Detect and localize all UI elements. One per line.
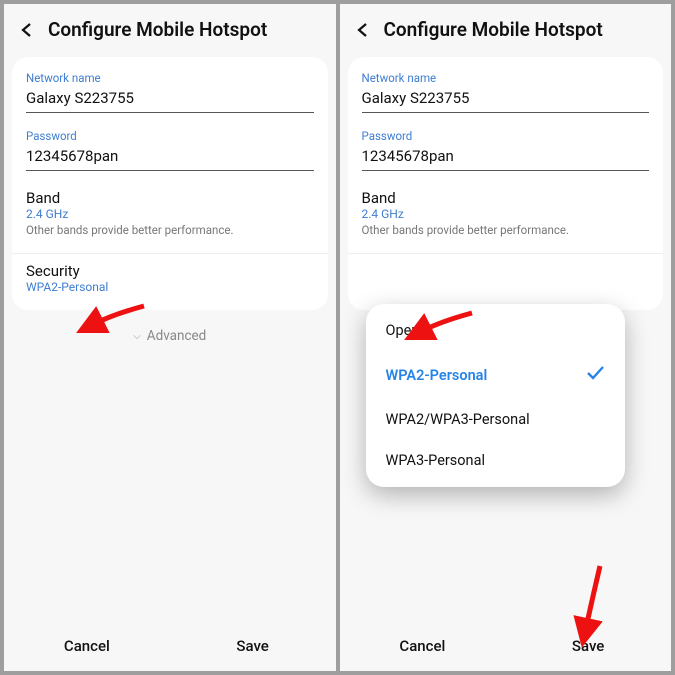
divider	[12, 253, 328, 254]
footer: Cancel Save	[340, 621, 672, 671]
row-value: 2.4 GHz	[26, 207, 314, 221]
chevron-left-icon	[19, 22, 35, 38]
row-title: Band	[362, 189, 650, 207]
field-label: Network name	[362, 71, 650, 85]
menu-item-wpa2[interactable]: WPA2-Personal	[366, 351, 626, 399]
back-button[interactable]	[352, 19, 374, 41]
menu-item-label: WPA3-Personal	[386, 452, 485, 469]
screen-security-dropdown: Configure Mobile Hotspot Network name Ga…	[340, 4, 672, 671]
security-row[interactable]: Security WPA2-Personal	[26, 260, 314, 304]
settings-card: Network name Galaxy S223755 Password 123…	[348, 57, 664, 310]
check-icon	[585, 363, 605, 387]
row-hint: Other bands provide better performance.	[26, 223, 314, 237]
back-button[interactable]	[16, 19, 38, 41]
page-title: Configure Mobile Hotspot	[384, 18, 603, 41]
menu-item-wpa2wpa3[interactable]: WPA2/WPA3-Personal	[366, 399, 626, 440]
footer: Cancel Save	[4, 621, 336, 671]
field-value: 12345678pan	[362, 145, 650, 171]
band-row[interactable]: Band 2.4 GHz Other bands provide better …	[362, 187, 650, 247]
advanced-toggle[interactable]: ⌵ Advanced	[4, 310, 336, 362]
band-row[interactable]: Band 2.4 GHz Other bands provide better …	[26, 187, 314, 247]
network-name-field[interactable]: Network name Galaxy S223755	[362, 71, 650, 113]
menu-item-wpa3[interactable]: WPA3-Personal	[366, 440, 626, 481]
chevron-left-icon	[355, 22, 371, 38]
row-title: Security	[26, 262, 314, 280]
cancel-button[interactable]: Cancel	[340, 637, 506, 655]
row-value: WPA2-Personal	[26, 280, 314, 294]
cancel-button[interactable]: Cancel	[4, 637, 170, 655]
row-hint: Other bands provide better performance.	[362, 223, 650, 237]
page-title: Configure Mobile Hotspot	[48, 18, 267, 41]
security-dropdown: Open WPA2-Personal WPA2/WPA3-Personal WP…	[366, 304, 626, 487]
divider	[348, 253, 664, 254]
menu-item-label: WPA2/WPA3-Personal	[386, 411, 530, 428]
network-name-field[interactable]: Network name Galaxy S223755	[26, 71, 314, 113]
row-value: 2.4 GHz	[362, 207, 650, 221]
save-button[interactable]: Save	[505, 637, 671, 655]
field-value: 12345678pan	[26, 145, 314, 171]
field-label: Network name	[26, 71, 314, 85]
settings-card: Network name Galaxy S223755 Password 123…	[12, 57, 328, 310]
field-value: Galaxy S223755	[362, 87, 650, 113]
menu-item-open[interactable]: Open	[366, 310, 626, 351]
field-label: Password	[26, 129, 314, 143]
save-button[interactable]: Save	[170, 637, 336, 655]
header: Configure Mobile Hotspot	[4, 4, 336, 53]
menu-item-label: Open	[386, 322, 420, 339]
screen-security-setting: Configure Mobile Hotspot Network name Ga…	[4, 4, 336, 671]
menu-item-label: WPA2-Personal	[386, 367, 488, 384]
password-field[interactable]: Password 12345678pan	[362, 129, 650, 171]
advanced-label: Advanced	[147, 328, 207, 344]
row-title: Band	[26, 189, 314, 207]
field-label: Password	[362, 129, 650, 143]
field-value: Galaxy S223755	[26, 87, 314, 113]
password-field[interactable]: Password 12345678pan	[26, 129, 314, 171]
header: Configure Mobile Hotspot	[340, 4, 672, 53]
chevron-down-icon: ⌵	[133, 331, 141, 342]
